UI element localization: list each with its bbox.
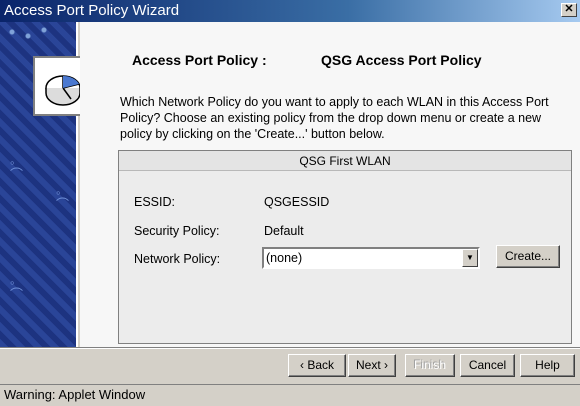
security-policy-label: Security Policy:: [134, 224, 220, 238]
policy-label: Access Port Policy :: [132, 52, 267, 68]
status-bar: Warning: Applet Window: [0, 384, 580, 406]
dropdown-arrow-icon[interactable]: ▼: [462, 249, 478, 267]
create-policy-button[interactable]: Create...: [496, 245, 560, 268]
title-bar: Access Port Policy Wizard ✕: [0, 0, 580, 22]
help-button[interactable]: Help: [520, 354, 575, 377]
wifi-icon: ◦ ⌒: [56, 185, 70, 212]
cancel-button[interactable]: Cancel: [460, 354, 515, 377]
network-policy-dropdown[interactable]: (none) ▼: [262, 247, 480, 269]
network-policy-label: Network Policy:: [134, 252, 221, 266]
instructions-text: Which Network Policy do you want to appl…: [120, 95, 549, 141]
wifi-icon: ◦ ⌒: [10, 275, 24, 302]
wlan-group: QSG First WLAN ESSID: QSGESSID Security …: [118, 150, 572, 344]
button-divider: [0, 347, 580, 349]
security-policy-value: Default: [264, 224, 304, 238]
finish-button: Finish: [405, 354, 455, 377]
wlan-title: QSG First WLAN: [119, 151, 571, 171]
close-icon[interactable]: ✕: [561, 3, 577, 17]
window-title: Access Port Policy Wizard: [4, 2, 180, 19]
policy-name: QSG Access Port Policy: [321, 52, 482, 68]
essid-value: QSGESSID: [264, 195, 330, 209]
wifi-icon: ◦ ⌒: [10, 155, 24, 182]
back-button[interactable]: ‹ Back: [288, 354, 346, 377]
essid-label: ESSID:: [134, 195, 175, 209]
wizard-content: Access Port Policy : QSG Access Port Pol…: [80, 22, 580, 347]
network-policy-selected: (none): [266, 251, 303, 265]
next-button[interactable]: Next ›: [348, 354, 396, 377]
